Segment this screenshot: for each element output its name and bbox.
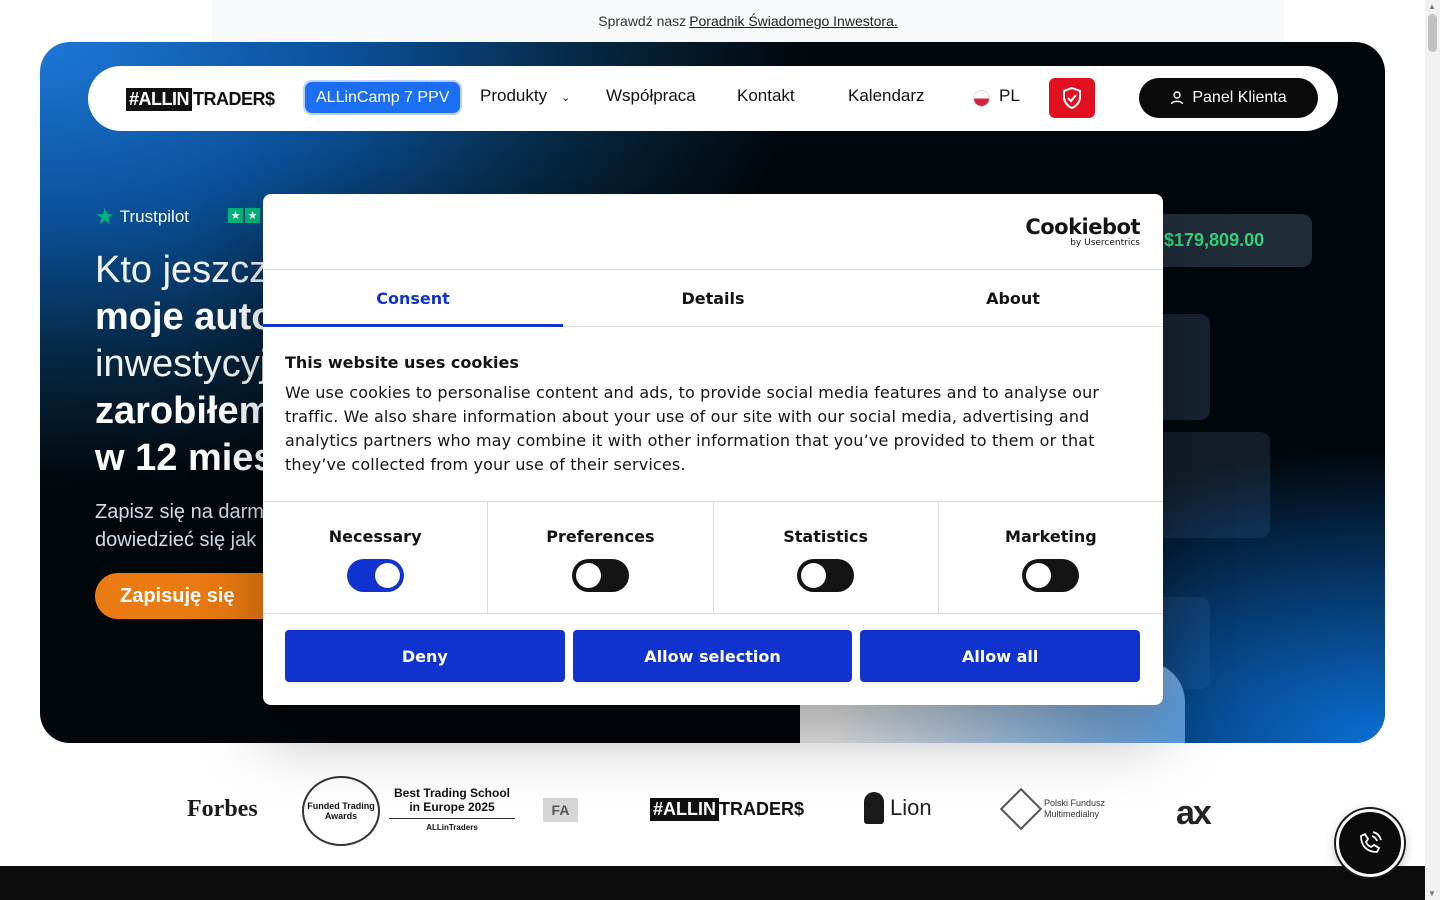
cookie-tabs: Consent Details About: [263, 269, 1163, 327]
toggle-label-preferences: Preferences: [546, 527, 655, 546]
tab-details[interactable]: Details: [563, 270, 863, 326]
toggle-group-necessary: Necessary: [263, 502, 489, 613]
toggle-knob: [1026, 563, 1052, 588]
toggle-label-necessary: Necessary: [328, 527, 422, 546]
cookie-dialog-body: We use cookies to personalise content an…: [285, 383, 1100, 474]
cookie-buttons: Deny Allow selection Allow all: [285, 630, 1141, 682]
cookie-category-toggles: Necessary Preferences Statistics Marketi…: [263, 501, 1163, 614]
toggle-knob: [374, 563, 400, 588]
tab-consent[interactable]: Consent: [263, 270, 563, 327]
tab-about[interactable]: About: [863, 270, 1163, 326]
cookie-dialog-title: This website uses cookies: [285, 353, 519, 372]
statistics-toggle[interactable]: [797, 559, 855, 592]
toggle-knob: [575, 563, 601, 588]
scroll-down-icon[interactable]: ▼: [1428, 889, 1436, 898]
marketing-toggle[interactable]: [1022, 559, 1080, 592]
allow-all-button[interactable]: Allow all: [860, 630, 1141, 682]
cookie-consent-dialog: Cookiebot by Usercentrics Consent Detail…: [263, 194, 1163, 705]
cookiebot-brand: Cookiebot: [1025, 215, 1140, 239]
deny-button[interactable]: Deny: [285, 630, 565, 682]
toggle-knob: [801, 563, 827, 588]
scroll-thumb[interactable]: [1428, 14, 1437, 52]
cookiebot-logo[interactable]: Cookiebot by Usercentrics: [1025, 216, 1140, 248]
preferences-toggle[interactable]: [571, 559, 629, 592]
toggle-label-marketing: Marketing: [1005, 527, 1097, 546]
toggle-group-marketing: Marketing: [939, 502, 1163, 613]
toggle-group-statistics: Statistics: [714, 502, 939, 613]
necessary-toggle[interactable]: [346, 559, 404, 592]
cookiebot-brand-sub: by Usercentrics: [1070, 238, 1140, 248]
scroll-up-icon[interactable]: ▲: [1428, 2, 1436, 11]
toggle-label-statistics: Statistics: [783, 527, 868, 546]
toggle-group-preferences: Preferences: [488, 502, 714, 613]
page-scrollbar[interactable]: ▲ ▼: [1425, 0, 1440, 900]
allow-selection-button[interactable]: Allow selection: [572, 630, 853, 682]
